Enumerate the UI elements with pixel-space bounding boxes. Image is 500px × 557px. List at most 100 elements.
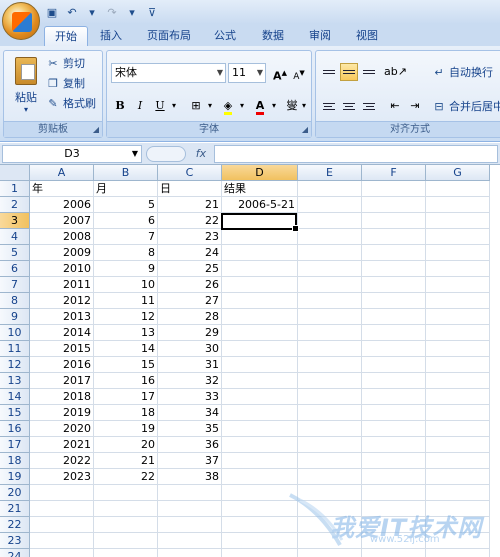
borders-icon[interactable]: ⊞: [187, 97, 205, 115]
formula-zoom-control[interactable]: [146, 146, 186, 162]
cell-a17[interactable]: 2021: [30, 437, 94, 453]
cell-c24[interactable]: [158, 549, 222, 557]
row-header[interactable]: 3: [0, 213, 30, 229]
cell-e10[interactable]: [298, 325, 362, 341]
align-bottom-button[interactable]: [360, 63, 378, 81]
tab-review[interactable]: 审阅: [303, 26, 337, 46]
row-header[interactable]: 20: [0, 485, 30, 501]
align-center-button[interactable]: [340, 97, 358, 115]
column-header-g[interactable]: G: [426, 165, 490, 181]
chevron-down-icon[interactable]: ▾: [237, 97, 247, 115]
row-header[interactable]: 6: [0, 261, 30, 277]
chevron-down-icon[interactable]: ▾: [269, 97, 279, 115]
decrease-indent-icon[interactable]: ⇤: [386, 97, 404, 115]
cell-c21[interactable]: [158, 501, 222, 517]
cell-g13[interactable]: [426, 373, 490, 389]
cell-g3[interactable]: [426, 213, 490, 229]
align-top-button[interactable]: [320, 63, 338, 81]
cell-g18[interactable]: [426, 453, 490, 469]
fill-color-icon[interactable]: ◈: [219, 97, 237, 115]
italic-button[interactable]: I: [131, 97, 149, 115]
cell-c13[interactable]: 32: [158, 373, 222, 389]
cell-b20[interactable]: [94, 485, 158, 501]
cell-c5[interactable]: 24: [158, 245, 222, 261]
cell-b4[interactable]: 7: [94, 229, 158, 245]
row-header[interactable]: 24: [0, 549, 30, 557]
cell-a11[interactable]: 2015: [30, 341, 94, 357]
cell-d17[interactable]: [222, 437, 298, 453]
cell-b3[interactable]: 6: [94, 213, 158, 229]
office-button[interactable]: [2, 2, 40, 40]
cell-a3[interactable]: 2007: [30, 213, 94, 229]
cell-g19[interactable]: [426, 469, 490, 485]
cell-a9[interactable]: 2013: [30, 309, 94, 325]
redo-icon[interactable]: ↷: [104, 4, 120, 20]
cell-c11[interactable]: 30: [158, 341, 222, 357]
cell-c3[interactable]: 22: [158, 213, 222, 229]
cell-c17[interactable]: 36: [158, 437, 222, 453]
column-header-b[interactable]: B: [94, 165, 158, 181]
cell-a22[interactable]: [30, 517, 94, 533]
cell-e19[interactable]: [298, 469, 362, 485]
column-header-f[interactable]: F: [362, 165, 426, 181]
cell-f16[interactable]: [362, 421, 426, 437]
cell-c9[interactable]: 28: [158, 309, 222, 325]
row-header[interactable]: 16: [0, 421, 30, 437]
cell-a18[interactable]: 2022: [30, 453, 94, 469]
font-color-button[interactable]: A: [251, 97, 269, 115]
cell-a24[interactable]: [30, 549, 94, 557]
column-header-c[interactable]: C: [158, 165, 222, 181]
font-name-combo[interactable]: 宋体 ▼: [111, 63, 226, 83]
cell-c4[interactable]: 23: [158, 229, 222, 245]
cell-e14[interactable]: [298, 389, 362, 405]
dropdown-arrow-icon[interactable]: ▾: [84, 4, 100, 20]
cell-g14[interactable]: [426, 389, 490, 405]
merge-center-button[interactable]: ⊟ 合并后居中: [432, 98, 500, 116]
cell-b5[interactable]: 8: [94, 245, 158, 261]
cut-button[interactable]: ✂ 剪切: [46, 55, 85, 73]
row-header[interactable]: 15: [0, 405, 30, 421]
cell-b14[interactable]: 17: [94, 389, 158, 405]
chevron-down-icon[interactable]: ▾: [205, 97, 215, 115]
row-header[interactable]: 4: [0, 229, 30, 245]
cell-f18[interactable]: [362, 453, 426, 469]
tab-data[interactable]: 数据: [256, 26, 290, 46]
row-header[interactable]: 18: [0, 453, 30, 469]
cell-b1[interactable]: 月: [94, 181, 158, 197]
cell-g5[interactable]: [426, 245, 490, 261]
cell-a15[interactable]: 2019: [30, 405, 94, 421]
cell-e17[interactable]: [298, 437, 362, 453]
cell-c1[interactable]: 日: [158, 181, 222, 197]
cell-b24[interactable]: [94, 549, 158, 557]
undo-icon[interactable]: ↶: [64, 4, 80, 20]
row-header[interactable]: 11: [0, 341, 30, 357]
dialog-launcher-icon[interactable]: ◢: [93, 125, 99, 134]
formula-input[interactable]: [214, 145, 498, 163]
row-header[interactable]: 13: [0, 373, 30, 389]
cell-f2[interactable]: [362, 197, 426, 213]
cell-b12[interactable]: 15: [94, 357, 158, 373]
cell-f12[interactable]: [362, 357, 426, 373]
cell-e9[interactable]: [298, 309, 362, 325]
cell-b16[interactable]: 19: [94, 421, 158, 437]
column-header-d[interactable]: D: [222, 165, 298, 181]
chevron-down-icon[interactable]: ▾: [169, 97, 179, 115]
cell-d1[interactable]: 结果: [222, 181, 298, 197]
cell-e11[interactable]: [298, 341, 362, 357]
cell-e7[interactable]: [298, 277, 362, 293]
row-header[interactable]: 14: [0, 389, 30, 405]
cell-g10[interactable]: [426, 325, 490, 341]
wrap-text-button[interactable]: ↵ 自动换行: [432, 64, 493, 82]
chevron-down-icon[interactable]: ▾: [299, 97, 309, 115]
row-header[interactable]: 1: [0, 181, 30, 197]
cell-f11[interactable]: [362, 341, 426, 357]
cell-g8[interactable]: [426, 293, 490, 309]
cell-a5[interactable]: 2009: [30, 245, 94, 261]
cell-b21[interactable]: [94, 501, 158, 517]
cell-f7[interactable]: [362, 277, 426, 293]
cell-f4[interactable]: [362, 229, 426, 245]
cell-g11[interactable]: [426, 341, 490, 357]
cell-b10[interactable]: 13: [94, 325, 158, 341]
cell-b19[interactable]: 22: [94, 469, 158, 485]
dialog-launcher-icon[interactable]: ◢: [302, 125, 308, 134]
